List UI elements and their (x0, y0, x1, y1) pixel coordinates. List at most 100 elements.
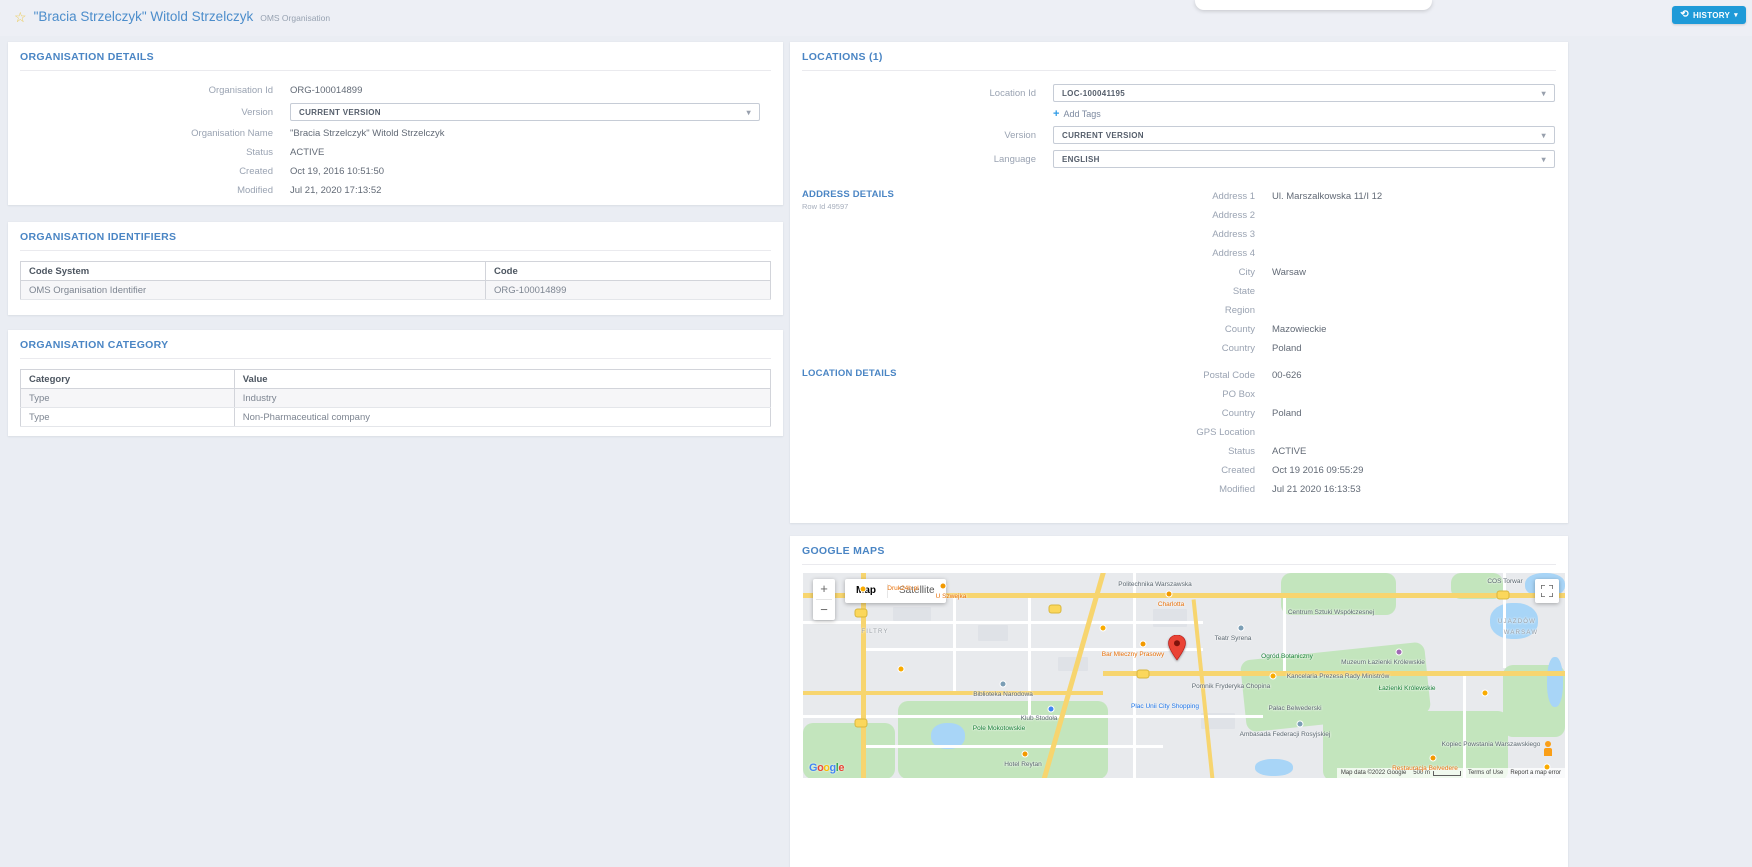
field-label: State (790, 286, 1272, 297)
report-map-error-link[interactable]: Report a map error (1510, 770, 1561, 776)
organisation-category-heading: ORGANISATION CATEGORY (20, 330, 771, 359)
map-water-area (1547, 657, 1563, 707)
field-value: 00-626 (1272, 370, 1302, 381)
field-label: Language (790, 154, 1053, 165)
field-label: Modified (790, 484, 1272, 495)
field-row: Status ACTIVE (790, 442, 1568, 461)
map-scale-line (1433, 771, 1461, 776)
zoom-out-button[interactable]: − (813, 600, 835, 620)
map-poi-marker[interactable] (861, 587, 866, 592)
location-id-value: LOC-100041195 (1062, 89, 1125, 98)
field-row: Region (790, 301, 1568, 320)
version-select[interactable]: CURRENT VERSION ▾ (290, 103, 760, 121)
map-road (863, 745, 1163, 748)
table-row: Type Industry (21, 389, 771, 408)
map-poi-marker[interactable] (1167, 592, 1172, 597)
field-row: Created Oct 19 2016 09:55:29 (790, 461, 1568, 480)
field-row: Organisation Id ORG-100014899 (8, 81, 783, 100)
field-value: Ul. Marszalkowska 11/I 12 (1272, 191, 1382, 202)
table-row: Type Non-Pharmaceutical company (21, 408, 771, 427)
table-cell: Industry (234, 389, 770, 408)
field-label: Region (790, 305, 1272, 316)
road-shield-icon[interactable] (856, 610, 867, 617)
chevron-down-icon: ▾ (747, 108, 751, 117)
field-label: Organisation Name (8, 128, 290, 139)
address-details-section: ADDRESS DETAILS Row Id 49597 Address 1 U… (790, 187, 1568, 358)
field-label: Country (790, 408, 1272, 419)
column-header: Value (234, 370, 770, 389)
language-select[interactable]: ENGLISH ▾ (1053, 150, 1555, 168)
location-version-select[interactable]: CURRENT VERSION ▾ (1053, 126, 1555, 144)
terms-of-use-link[interactable]: Terms of Use (1468, 770, 1503, 776)
map-canvas[interactable]: + − Map Satellite Google Map data ©2022 … (803, 573, 1565, 778)
map-poi-marker[interactable] (1239, 626, 1244, 631)
favorite-star-icon[interactable]: ☆ (14, 9, 27, 26)
map-water-area (1255, 759, 1293, 776)
organisation-identifiers-heading: ORGANISATION IDENTIFIERS (20, 222, 771, 251)
field-label: Location Id (790, 88, 1053, 99)
field-value: Mazowieckie (1272, 324, 1326, 335)
fullscreen-icon (1541, 585, 1553, 597)
map-zoom-control: + − (813, 579, 835, 620)
map-pin-icon[interactable] (1168, 635, 1186, 661)
field-label: Created (790, 465, 1272, 476)
field-label: Version (790, 130, 1053, 141)
zoom-in-button[interactable]: + (813, 579, 835, 599)
road-shield-icon[interactable] (1498, 592, 1509, 599)
map-poi-marker[interactable] (1483, 691, 1488, 696)
map-road (803, 715, 1263, 718)
map-water-area (1490, 603, 1538, 639)
map-poi-label: Ambasada Federacji Rosyjskiej (1240, 731, 1331, 738)
fullscreen-button[interactable] (1535, 579, 1559, 603)
table-cell: ORG-100014899 (486, 281, 771, 300)
status-value: ACTIVE (1272, 446, 1306, 457)
field-row: Version CURRENT VERSION ▾ (790, 123, 1568, 147)
map-poi-marker[interactable] (1049, 707, 1054, 712)
map-poi-marker[interactable] (1298, 722, 1303, 727)
page-title: "Bracia Strzelczyk" Witold Strzelczyk (34, 9, 254, 24)
field-row: County Mazowieckie (790, 320, 1568, 339)
field-row: Version CURRENT VERSION ▾ (8, 100, 783, 124)
map-poi-marker[interactable] (1141, 642, 1146, 647)
map-type-map-button[interactable]: Map (845, 579, 887, 603)
road-shield-icon[interactable] (1050, 606, 1061, 613)
field-label: Status (790, 446, 1272, 457)
map-type-satellite-button[interactable]: Satellite (888, 579, 946, 603)
field-row: Modified Jul 21 2020 16:13:53 (790, 480, 1568, 499)
category-table: Category Value Type Industry Type Non-Ph… (20, 369, 771, 427)
history-button-label: HISTORY (1693, 11, 1730, 20)
field-label: Organisation Id (8, 85, 290, 96)
map-poi-marker[interactable] (1545, 765, 1550, 770)
road-shield-icon[interactable] (1138, 671, 1149, 678)
field-value: Warsaw (1272, 267, 1306, 278)
table-cell: Type (21, 408, 235, 427)
pegman-icon[interactable] (1543, 741, 1553, 756)
chevron-down-icon: ▾ (1734, 11, 1738, 19)
add-tags-button[interactable]: + Add Tags (1053, 105, 1568, 123)
map-poi-marker[interactable] (1397, 650, 1402, 655)
chevron-down-icon: ▾ (1542, 155, 1546, 164)
field-row: City Warsaw (790, 263, 1568, 282)
field-row: Language ENGLISH ▾ (790, 147, 1568, 171)
map-poi-label: Plac Unii City Shopping (1131, 703, 1199, 710)
google-logo[interactable]: Google (809, 762, 844, 774)
map-poi-marker[interactable] (1023, 752, 1028, 757)
map-poi-marker[interactable] (1101, 626, 1106, 631)
status-value: ACTIVE (290, 147, 324, 158)
history-button[interactable]: ⟲ HISTORY ▾ (1672, 6, 1746, 24)
map-poi-marker[interactable] (1431, 756, 1436, 761)
history-icon: ⟲ (1680, 10, 1689, 20)
road-shield-icon[interactable] (856, 720, 867, 727)
location-id-select[interactable]: LOC-100041195 ▾ (1053, 84, 1555, 102)
map-poi-marker[interactable] (899, 667, 904, 672)
organisation-details-heading: ORGANISATION DETAILS (20, 42, 771, 71)
row-id-label: Row Id 49597 (802, 202, 848, 211)
map-poi-marker[interactable] (941, 584, 946, 589)
map-poi-label: Teatr Syrena (1215, 635, 1252, 642)
field-row: Address 3 (790, 225, 1568, 244)
locations-heading: LOCATIONS (1) (802, 42, 1556, 71)
field-row: Address 1 Ul. Marszalkowska 11/I 12 (790, 187, 1568, 206)
table-cell: OMS Organisation Identifier (21, 281, 486, 300)
map-poi-marker[interactable] (1001, 682, 1006, 687)
map-poi-marker[interactable] (1271, 674, 1276, 679)
